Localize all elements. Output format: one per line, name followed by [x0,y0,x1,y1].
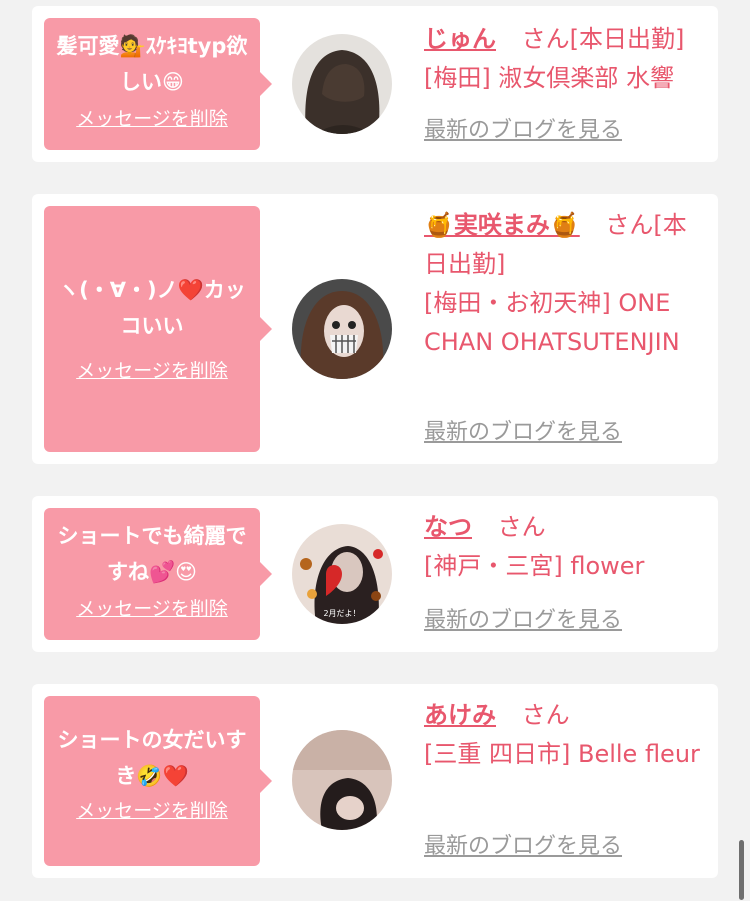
shop-name: [梅田・お初天神] ONE CHAN OHATSUTENJIN [424,289,680,356]
message-bubble: ショートでも綺麗ですね💕😍 メッセージを削除 [44,508,272,640]
message-card: ショートの女だいすき🤣❤️ メッセージを削除 あけみ さん [三重 四日市] B… [32,684,718,878]
avatar-caption: 2月だよ！ [323,609,360,618]
avatar[interactable] [292,279,392,379]
avatar[interactable] [292,730,392,830]
message-card: ヽ(・∀・)ノ❤️カッコいい メッセージを削除 🍯実咲まみ🍯 さん[本日出勤] … [32,194,718,464]
shop-name: [三重 四日市] Belle fleur [424,740,700,768]
girl-status: さん [497,513,546,541]
message-text: 髪可愛💁ｽｹｷﾖtyp欲しい😁 [56,34,248,94]
message-text: ショートでも綺麗ですね💕😍 [57,524,247,584]
girl-info: 🍯実咲まみ🍯 さん[本日出勤] [梅田・お初天神] ONE CHAN OHATS… [424,206,710,362]
message-text: ショートの女だいすき🤣❤️ [57,728,247,788]
delete-message-link[interactable]: メッセージを削除 [76,106,228,132]
shop-name: [神戸・三宮] flower [424,552,645,580]
girl-name-link[interactable]: 🍯実咲まみ🍯 [424,211,580,239]
scrollbar[interactable] [739,840,744,900]
latest-blog-link[interactable]: 最新のブログを見る [424,832,622,862]
latest-blog-link[interactable]: 最新のブログを見る [424,116,622,146]
avatar-image [292,730,392,830]
girl-name-link[interactable]: あけみ [424,701,496,729]
message-card: ショートでも綺麗ですね💕😍 メッセージを削除 2月だよ！ なつ さん [神戸・三… [32,496,718,652]
girl-status: さん [521,701,570,729]
girl-name-link[interactable]: じゅん [424,25,496,53]
avatar-image [292,279,392,379]
message-bubble: ヽ(・∀・)ノ❤️カッコいい メッセージを削除 [44,206,272,452]
delete-message-link[interactable]: メッセージを削除 [76,798,228,824]
message-bubble: 髪可愛💁ｽｹｷﾖtyp欲しい😁 メッセージを削除 [44,18,272,150]
delete-message-link[interactable]: メッセージを削除 [76,596,228,622]
shop-name: [梅田] 淑女倶楽部 水響 [424,64,674,92]
avatar-image [292,34,392,134]
girl-info: じゅん さん[本日出勤] [梅田] 淑女倶楽部 水響 [424,20,710,98]
latest-blog-link[interactable]: 最新のブログを見る [424,606,622,636]
message-list: 髪可愛💁ｽｹｷﾖtyp欲しい😁 メッセージを削除 じゅん さん[本日出勤] [梅… [0,0,750,901]
girl-name-link[interactable]: なつ [424,513,472,541]
avatar-image: 2月だよ！ [292,524,392,624]
girl-info: あけみ さん [三重 四日市] Belle fleur [424,696,710,774]
message-card: 髪可愛💁ｽｹｷﾖtyp欲しい😁 メッセージを削除 じゅん さん[本日出勤] [梅… [32,6,718,162]
girl-status: さん[本日出勤] [521,25,685,53]
delete-message-link[interactable]: メッセージを削除 [76,358,228,384]
girl-info: なつ さん [神戸・三宮] flower [424,508,710,586]
avatar[interactable] [292,34,392,134]
latest-blog-link[interactable]: 最新のブログを見る [424,418,622,448]
avatar[interactable]: 2月だよ！ [292,524,392,624]
message-bubble: ショートの女だいすき🤣❤️ メッセージを削除 [44,696,272,866]
message-text: ヽ(・∀・)ノ❤️カッコいい [58,278,246,338]
